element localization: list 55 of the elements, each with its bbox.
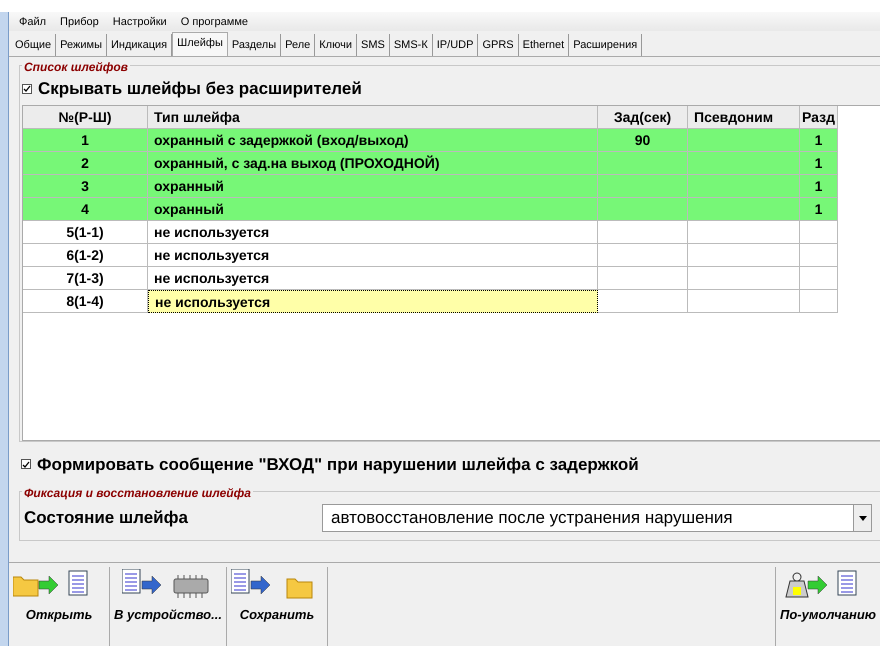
tab[interactable]: GPRS — [478, 34, 519, 56]
table-cell: 3 — [23, 174, 148, 198]
tab[interactable]: Ethernet — [518, 34, 570, 56]
toolbar-button[interactable]: В устройство... — [110, 567, 227, 646]
table-cell — [800, 266, 838, 290]
table-cell: охранный, с зад.на выход (ПРОХОДНОЙ) — [148, 152, 598, 174]
tab[interactable]: Ключи — [315, 34, 357, 56]
dropdown-arrow-icon[interactable] — [858, 516, 866, 520]
tab[interactable]: Общие — [11, 34, 56, 56]
table-cell: 2 — [23, 152, 148, 174]
table-cell: не используется — [148, 290, 598, 312]
table-cell: охранный с задержкой (вход/выход) — [148, 128, 598, 152]
table-cell: 1 — [800, 128, 838, 152]
column-header[interactable]: Тип шлейфа — [148, 106, 598, 128]
menu-item[interactable]: Прибор — [60, 14, 99, 29]
table-cell: 1 — [23, 128, 148, 152]
menu-item[interactable]: Файл — [19, 14, 46, 29]
field-label: Состояние шлейфа — [24, 507, 189, 530]
menu-item[interactable]: О программе — [180, 14, 248, 29]
table-cell — [800, 220, 838, 244]
tab[interactable]: Шлейфы — [172, 32, 228, 56]
table-cell: не используется — [148, 220, 598, 244]
table-cell: охранный — [148, 198, 598, 220]
table-cell — [800, 244, 838, 266]
menu-item[interactable]: Настройки — [112, 14, 167, 29]
table-cell: охранный — [148, 174, 598, 198]
dropdown[interactable]: автовосстановление после устранения нарушения — [322, 504, 872, 532]
table-cell: 1 — [800, 174, 838, 198]
table-cell: 1 — [800, 152, 838, 174]
table-cell: 5(1-1) — [23, 220, 148, 244]
tab[interactable]: IP/UDP — [432, 34, 478, 56]
toolbar-button[interactable]: Открыть — [9, 567, 110, 646]
table-cell: 6(1-2) — [23, 244, 148, 266]
table-cell: 90 — [598, 128, 688, 152]
table-cell: 1 — [800, 198, 838, 220]
table-cell: не используется — [148, 244, 598, 266]
checkbox-label: Скрывать шлейфы без расширителей — [38, 78, 362, 100]
column-header[interactable]: №(Р-Ш) — [23, 106, 148, 128]
tab[interactable]: Разделы — [228, 34, 282, 56]
table-cell — [800, 290, 838, 312]
checkbox[interactable] — [22, 84, 32, 94]
tab[interactable]: SMS-К — [390, 34, 433, 56]
column-header[interactable]: Псевдоним — [688, 106, 800, 128]
tab[interactable]: Режимы — [56, 34, 107, 56]
table-cell: 7(1-3) — [23, 266, 148, 290]
table-cell: 4 — [23, 198, 148, 220]
toolbar-button[interactable]: Сохранить — [226, 567, 328, 646]
checkbox[interactable] — [21, 459, 31, 470]
tab[interactable]: SMS — [356, 34, 390, 56]
tab[interactable]: Реле — [281, 34, 316, 56]
tab[interactable]: Расширения — [569, 34, 642, 56]
column-header[interactable]: Зад(сек) — [598, 106, 688, 128]
column-header[interactable]: Разд — [800, 106, 838, 128]
toolbar-button[interactable]: По-умолчанию — [774, 567, 880, 646]
checkbox-label: Формировать сообщение "ВХОД" при нарушении шлейфа с задержкой — [37, 454, 639, 476]
